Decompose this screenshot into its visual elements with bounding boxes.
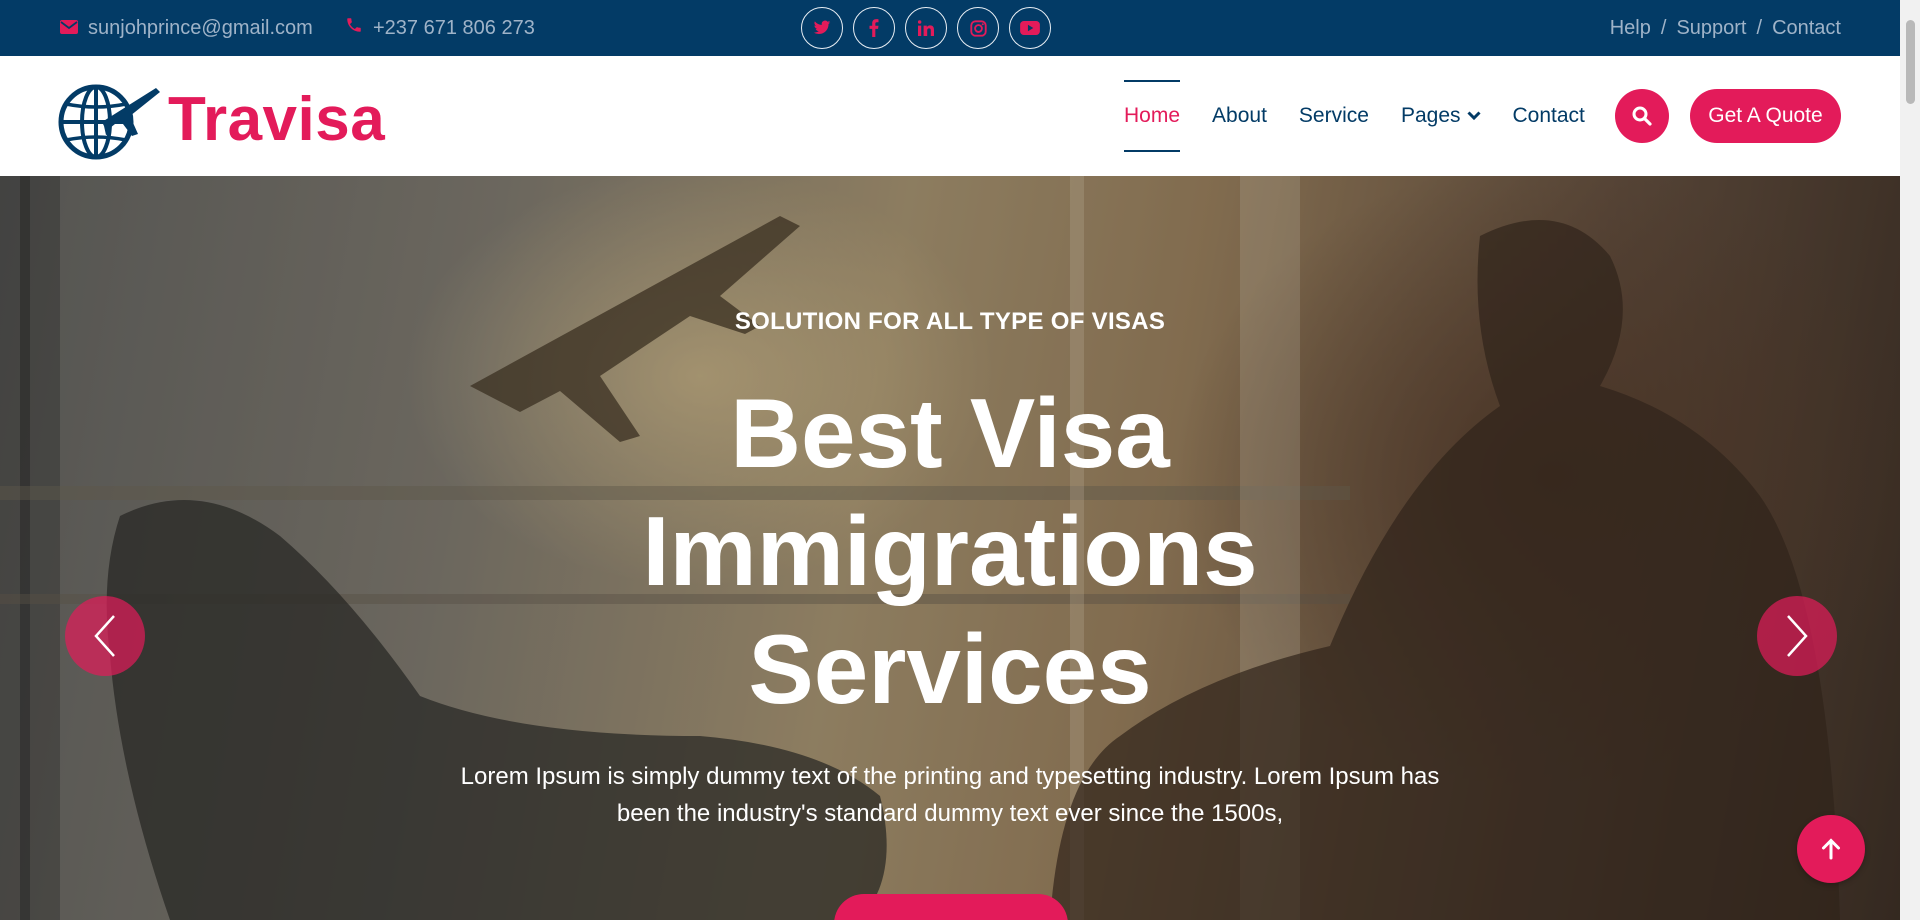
social-links: [801, 7, 1051, 49]
search-button[interactable]: [1615, 89, 1669, 143]
contact-email[interactable]: sunjohprince@gmail.com: [60, 0, 313, 56]
nav-service[interactable]: Service: [1299, 80, 1369, 152]
nav-label: Pages: [1400, 104, 1461, 127]
nav-menu: Home About Service Pages Contact: [1124, 56, 1617, 176]
top-links: Help / Support / Contact: [1610, 0, 1841, 56]
hero-description: Lorem Ipsum is simply dummy text of the …: [430, 758, 1470, 832]
logo[interactable]: Travisa: [58, 78, 385, 160]
facebook-button[interactable]: [853, 7, 895, 49]
separator: /: [1756, 16, 1763, 39]
chevron-right-icon: [1787, 615, 1808, 657]
help-link[interactable]: Help: [1610, 17, 1651, 40]
contact-phone[interactable]: +237 671 806 273: [345, 0, 535, 56]
hero-text-line: been the industry's standard dummy text …: [616, 800, 1284, 827]
back-to-top-button[interactable]: [1797, 815, 1865, 883]
arrow-up-icon: [1822, 838, 1840, 860]
envelope-icon: [60, 17, 88, 40]
hero-carousel: SOLUTION FOR ALL TYPE OF VISAS Best Visa…: [0, 176, 1900, 920]
chevron-down-icon: [1466, 111, 1481, 121]
nav-home[interactable]: Home: [1124, 80, 1181, 152]
hero-title-line: Immigrations: [642, 496, 1258, 606]
main-navbar: Travisa Home About Service Pages Contact…: [0, 56, 1900, 176]
hero-text-line: Lorem Ipsum is simply dummy text of the …: [460, 763, 1440, 790]
separator: /: [1660, 16, 1667, 39]
hero-title-line: Best Visa: [730, 378, 1170, 488]
nav-label: About: [1212, 104, 1267, 127]
carousel-prev-button[interactable]: [65, 596, 145, 676]
phone-icon: [345, 16, 373, 40]
contact-top-link[interactable]: Contact: [1772, 17, 1841, 40]
email-text: sunjohprince@gmail.com: [88, 16, 313, 39]
nav-label: Contact: [1512, 104, 1585, 127]
instagram-icon: [969, 19, 987, 37]
carousel-next-button[interactable]: [1757, 596, 1837, 676]
youtube-button[interactable]: [1009, 7, 1051, 49]
page-scrollbar[interactable]: [1900, 0, 1920, 920]
instagram-button[interactable]: [957, 7, 999, 49]
chevron-left-icon: [94, 615, 115, 657]
hero-subtitle: SOLUTION FOR ALL TYPE OF VISAS: [734, 308, 1166, 335]
nav-label: Home: [1124, 104, 1181, 127]
support-link[interactable]: Support: [1676, 17, 1746, 40]
linkedin-icon: [918, 20, 934, 36]
nav-contact[interactable]: Contact: [1513, 80, 1585, 152]
youtube-icon: [1020, 21, 1040, 35]
hero-cta-button[interactable]: [834, 894, 1068, 920]
scrollbar-thumb[interactable]: [1906, 20, 1915, 104]
hero-title-line: Services: [748, 614, 1152, 724]
get-quote-button[interactable]: Get A Quote: [1690, 89, 1841, 143]
linkedin-button[interactable]: [905, 7, 947, 49]
twitter-button[interactable]: [801, 7, 843, 49]
nav-label: Service: [1298, 104, 1369, 127]
nav-about[interactable]: About: [1212, 80, 1267, 152]
hero-title: Best Visa Immigrations Services: [0, 374, 1900, 728]
facebook-icon: [869, 19, 879, 37]
nav-pages-dropdown[interactable]: Pages: [1401, 80, 1481, 152]
twitter-icon: [813, 20, 831, 35]
top-bar: sunjohprince@gmail.com +237 671 806 273 …: [0, 0, 1900, 56]
search-icon: [1632, 106, 1652, 126]
brand-name: Travisa: [168, 84, 386, 154]
phone-text: +237 671 806 273: [373, 16, 535, 39]
globe-plane-icon: [58, 84, 160, 160]
